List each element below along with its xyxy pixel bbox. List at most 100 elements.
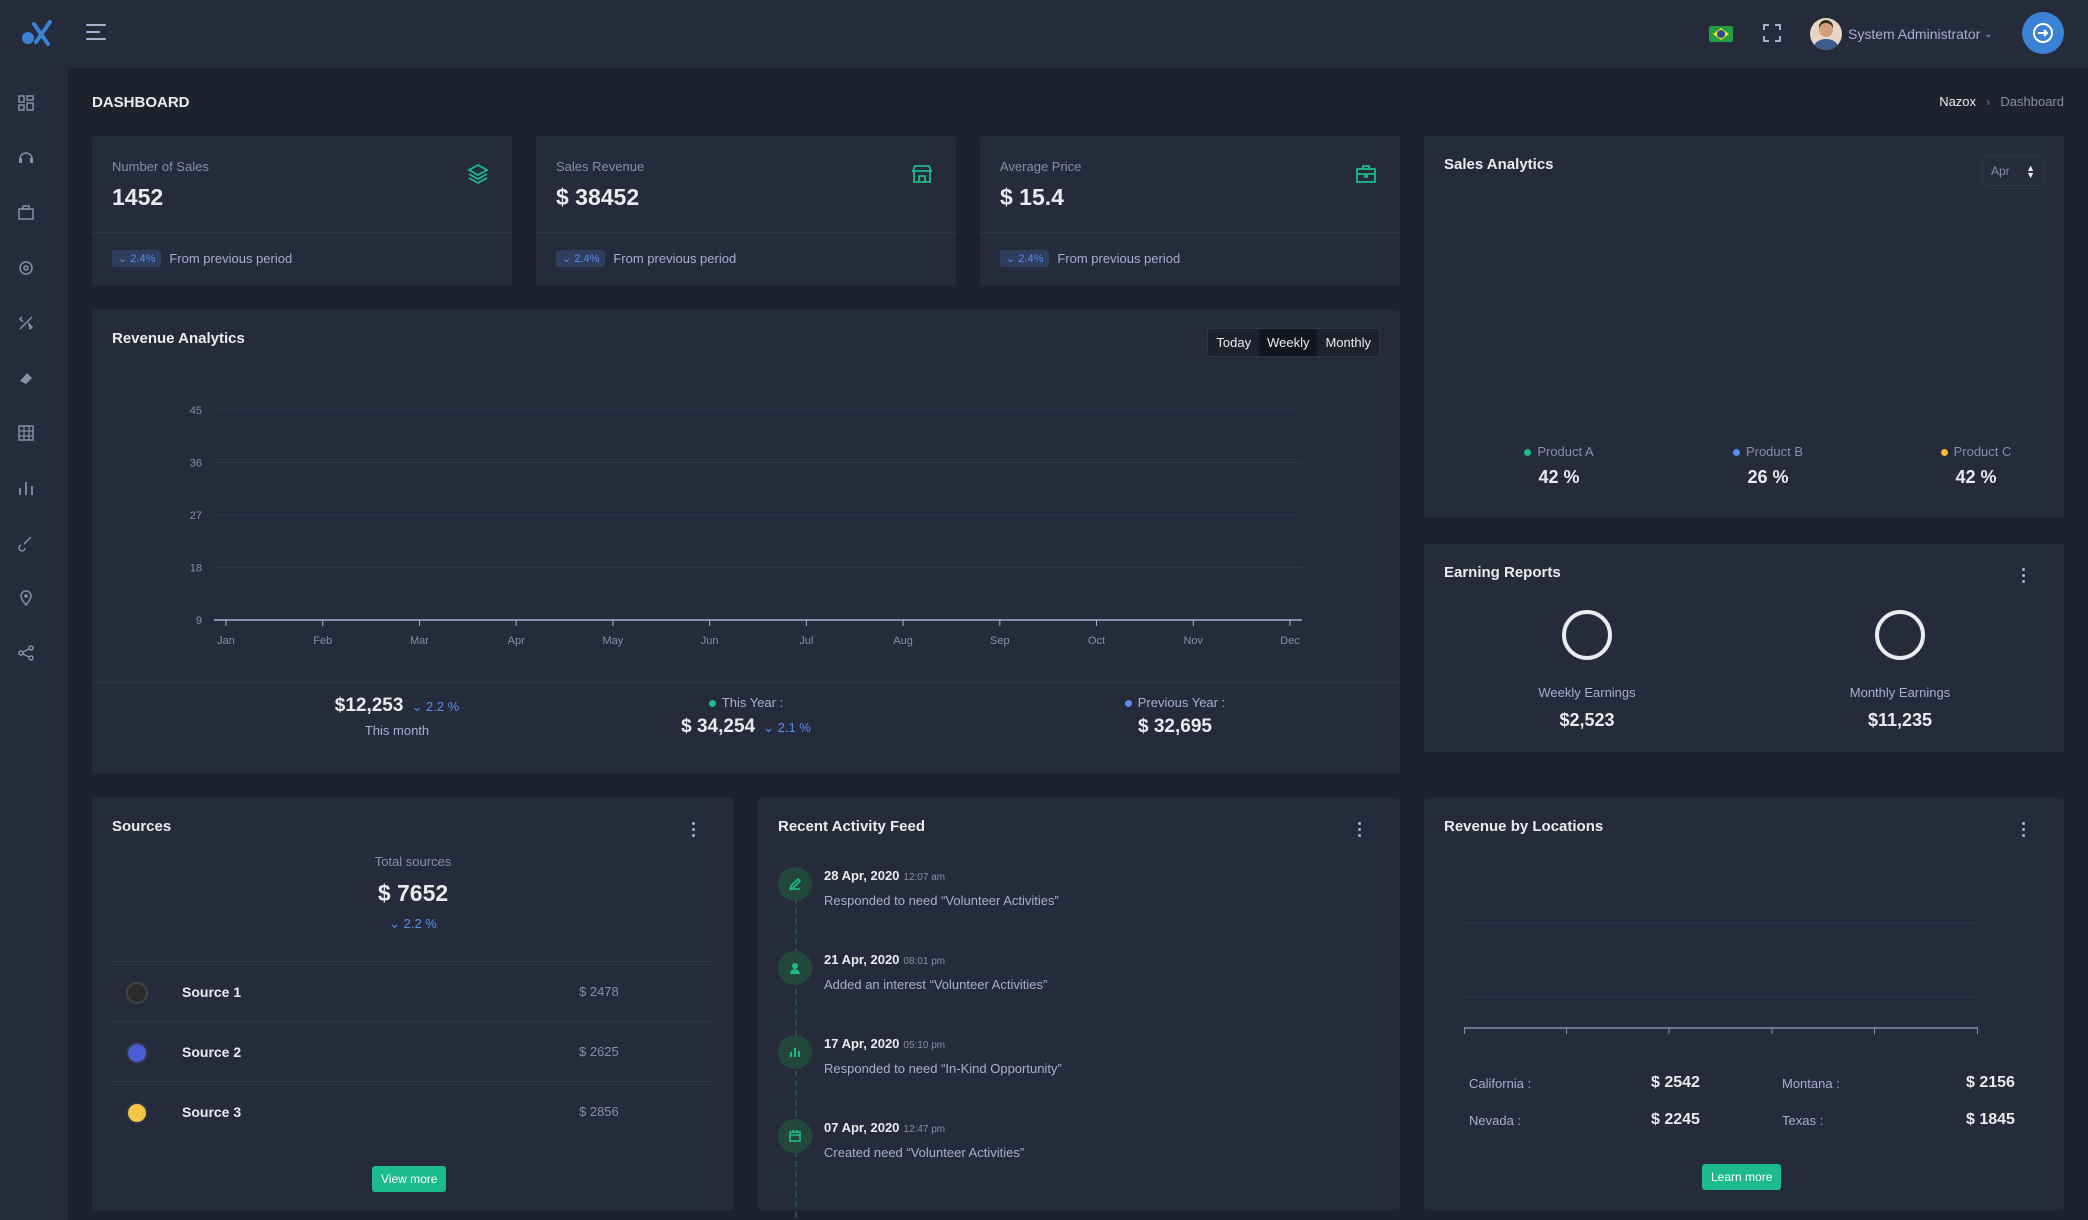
trend-badge: ⌄ 2.1 %	[763, 720, 811, 735]
this-month-label: This month	[364, 723, 430, 738]
sidebar-settings-icon[interactable]	[17, 259, 35, 277]
x-tick-label: Feb	[313, 635, 332, 647]
product-c-value: 42 %	[1955, 467, 1997, 487]
sources-card: Sources Total sources $ 7652 ⌄ 2.2 % Sou…	[92, 798, 734, 1210]
topbar: System Administrator ⌄	[0, 0, 2088, 68]
activity-feed-card: Recent Activity Feed 28 Apr, 2020 12:07 a…	[758, 798, 1400, 1220]
weekly-earnings-value: $2,523	[1559, 710, 1615, 730]
previous-year-label: Previous Year :	[1137, 695, 1226, 710]
activity-time: 08:01 pm	[903, 956, 946, 967]
card-title: Revenue by Locations	[1444, 818, 1604, 835]
activity-text: Added an interest “Volunteer Activities”	[824, 977, 1048, 992]
product-a-value: 42 %	[1538, 467, 1580, 487]
stat-card-average: Average Price $ 15.4 ⌄ 2.4% From previous…	[980, 136, 1400, 286]
x-tick-label: Aug	[893, 635, 913, 647]
stat-foot-text: From previous period	[613, 251, 737, 266]
list-item[interactable]: Source 2 $ 2625	[112, 1021, 714, 1081]
activity-date: 28 Apr, 2020	[824, 868, 900, 883]
logout-icon	[2033, 23, 2053, 43]
x-tick-label: Jul	[799, 635, 813, 647]
this-month-summary: $12,253 ⌄ 2.2 % This month	[247, 695, 547, 738]
more-options-icon[interactable]	[2022, 568, 2026, 584]
revenue-by-locations-card: Revenue by Locations California : $ 2542…	[1424, 798, 2064, 1210]
monthly-earnings-value: $11,235	[1867, 710, 1933, 730]
x-tick-label: Dec	[1280, 635, 1300, 647]
stat-foot-text: From previous period	[1057, 251, 1181, 266]
card-title: Sales Analytics	[1444, 156, 1554, 173]
trend-badge: ⌄ 2.2 %	[389, 916, 437, 931]
product-b-stat: Product B 26 %	[1688, 444, 1848, 488]
location-value: $ 2156	[1966, 1074, 2015, 1091]
card-title: Earning Reports	[1444, 564, 1561, 581]
trend-badge: ⌄ 2.4%	[556, 250, 606, 267]
sales-analytics-card: Sales Analytics Apr ▲ ▼ Product A 42 % Pro…	[1424, 136, 2064, 518]
previous-year-summary: Previous Year : $ 32,695	[1025, 695, 1325, 738]
card-title: Recent Activity Feed	[778, 818, 925, 835]
more-options-icon[interactable]	[1358, 822, 1362, 838]
sidebar-table-icon[interactable]	[17, 424, 35, 442]
product-c-stat: Product C 42 %	[1896, 444, 2056, 488]
activity-time: 12:47 pm	[903, 1124, 946, 1135]
x-tick-label: May	[603, 635, 624, 647]
stat-card-revenue: Sales Revenue $ 38452 ⌄ 2.4% From previou…	[536, 136, 956, 286]
source-name: Source 3	[182, 1104, 242, 1120]
x-tick-label: Oct	[1088, 635, 1105, 647]
learn-more-button[interactable]: Learn more	[1702, 1164, 1782, 1190]
stat-value: 1452	[112, 184, 164, 210]
source-2-icon	[126, 1042, 148, 1064]
pencil-icon	[778, 867, 812, 901]
sidebar-eraser-icon[interactable]	[17, 369, 35, 387]
activity-text: Responded to need “Volunteer Activities”	[824, 893, 1059, 908]
y-tick-label: 36	[190, 458, 202, 470]
bar-chart-icon	[778, 1035, 812, 1069]
source-amount: $ 2625	[579, 1044, 619, 1059]
list-item[interactable]: Source 3 $ 2856	[112, 1081, 714, 1141]
location-value: $ 2245	[1651, 1111, 1700, 1128]
weekly-earnings-label: Weekly Earnings	[1538, 685, 1636, 700]
user-name: System Administrator	[1848, 26, 1981, 42]
menu-toggle-icon[interactable]	[86, 24, 106, 42]
more-options-icon[interactable]	[2022, 822, 2026, 838]
y-tick-label: 18	[190, 563, 202, 575]
page-title: DASHBOARD	[92, 94, 190, 111]
more-options-icon[interactable]	[692, 822, 696, 838]
view-more-button[interactable]: View more	[372, 1166, 447, 1192]
sidebar-map-pin-icon[interactable]	[17, 589, 35, 607]
location-value: $ 1845	[1966, 1111, 2015, 1128]
monthly-earnings-ring	[1875, 610, 1925, 660]
x-tick-label: Jan	[217, 635, 235, 647]
activity-time: 12:07 am	[903, 872, 946, 883]
fullscreen-icon[interactable]	[1763, 24, 1781, 42]
sidebar-brush-icon[interactable]	[17, 534, 35, 552]
location-name: California :	[1469, 1076, 1532, 1091]
avatar	[1810, 18, 1842, 50]
calendar-icon	[778, 1119, 812, 1153]
list-item[interactable]: Source 1 $ 2478	[112, 961, 714, 1021]
activity-date: 07 Apr, 2020	[824, 1120, 900, 1135]
revenue-chart: 9 18 27 36 45 Jan Feb Mar Apr May Jun Jul Aug Sep Oct N…	[190, 405, 1302, 647]
stat-value: $ 38452	[556, 184, 640, 210]
breadcrumb-home[interactable]: Nazox	[1939, 94, 1976, 109]
sidebar-tools-icon[interactable]	[17, 314, 35, 332]
location-value: $ 2542	[1651, 1074, 1700, 1091]
nazox-logo-icon[interactable]	[20, 18, 58, 48]
this-year-summary: This Year : $ 34,254 ⌄ 2.1 %	[596, 695, 896, 738]
previous-year-value: $ 32,695	[1138, 716, 1212, 737]
user-dropdown[interactable]: System Administrator ⌄	[1810, 17, 1993, 51]
month-select[interactable]: Apr ▲ ▼	[1982, 156, 2044, 186]
chevron-down-icon: ⌄	[1984, 28, 1993, 40]
sidebar-dashboard-icon[interactable]	[17, 94, 35, 112]
breadcrumb-current: Dashboard	[2000, 94, 2064, 109]
sidebar-share-icon[interactable]	[17, 644, 35, 662]
sort-caret-icon: ▲ ▼	[2026, 163, 2035, 180]
stat-card-sales: Number of Sales 1452 ⌄ 2.4% From previous…	[92, 136, 512, 286]
y-tick-label: 45	[190, 405, 202, 417]
logout-button[interactable]	[2022, 12, 2064, 54]
chevron-right-icon: ›	[1986, 94, 1991, 109]
sidebar-briefcase-icon[interactable]	[17, 204, 35, 222]
language-flag-icon[interactable]	[1709, 26, 1733, 42]
total-sources-label: Total sources	[374, 854, 452, 869]
sidebar-chat-icon[interactable]	[17, 149, 35, 167]
sidebar-chart-icon[interactable]	[17, 479, 35, 497]
y-tick-label: 27	[190, 510, 202, 522]
